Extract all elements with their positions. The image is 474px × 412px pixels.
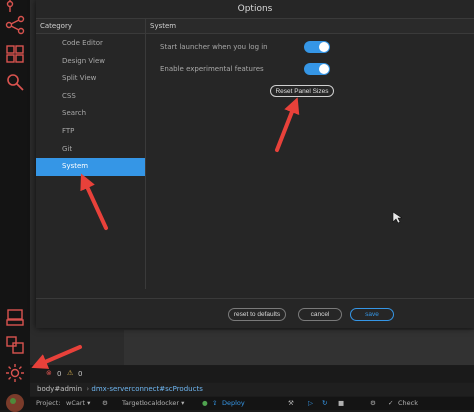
stop-icon[interactable]: ■ <box>338 397 344 410</box>
cancel-button[interactable]: cancel <box>298 308 342 321</box>
category-pane: Category Code Editor Design View Split V… <box>36 19 146 289</box>
extensions-icon[interactable] <box>4 43 26 65</box>
breadcrumb-item-active-id[interactable]: #scProducts <box>159 385 203 393</box>
upload-icon[interactable]: ⇪ <box>212 397 217 410</box>
options-dialog: Options Category Code Editor Design View… <box>36 0 474 328</box>
database-icon[interactable] <box>4 334 26 356</box>
warning-count: 0 <box>78 370 83 378</box>
category-item-design-view[interactable]: Design View <box>36 53 145 71</box>
target-select[interactable]: localdocker ▾ <box>142 397 184 410</box>
reset-to-defaults-button[interactable]: reset to defaults <box>228 308 286 321</box>
bottom-bar: Project: wCart ▾ ⚙ Target: localdocker ▾… <box>30 397 474 410</box>
activity-bar <box>0 0 30 412</box>
project-select[interactable]: wCart ▾ <box>66 397 90 410</box>
gear-icon[interactable] <box>4 362 26 384</box>
experimental-features-label: Enable experimental features <box>160 65 264 73</box>
avatar[interactable] <box>4 390 26 412</box>
check-button[interactable]: Check <box>398 397 418 410</box>
warning-icon: ⚠ <box>67 369 74 377</box>
launch-on-login-label: Start launcher when you log in <box>160 43 268 51</box>
breadcrumb-item[interactable]: body <box>37 385 54 393</box>
reset-panel-sizes-button[interactable]: Reset Panel Sizes <box>270 85 334 97</box>
launch-on-login-toggle[interactable] <box>304 41 330 53</box>
experimental-features-toggle[interactable] <box>304 63 330 75</box>
category-header: Category <box>36 19 145 34</box>
project-label: Project: <box>36 399 61 407</box>
dialog-footer: reset to defaults cancel save <box>36 298 474 329</box>
play-icon[interactable]: ▷ <box>308 397 313 410</box>
target-label: Target: <box>122 399 145 407</box>
save-button[interactable]: save <box>350 308 394 321</box>
tool-icon[interactable]: ⚒ <box>288 397 294 410</box>
search-icon[interactable] <box>4 71 26 93</box>
check-icon[interactable]: ✓ <box>388 397 393 410</box>
settings-pane: System Start launcher when you log in En… <box>146 19 474 289</box>
build-icon[interactable]: ⚙ <box>370 397 376 410</box>
category-item-css[interactable]: CSS <box>36 88 145 106</box>
gear-icon[interactable]: ⚙ <box>102 397 108 410</box>
breadcrumb-item-active[interactable]: dmx-serverconnect <box>91 385 159 393</box>
toggle-knob <box>319 64 329 74</box>
deploy-button[interactable]: Deploy <box>222 397 245 410</box>
mouse-cursor-icon <box>392 211 402 224</box>
share-nodes-icon[interactable] <box>4 14 26 36</box>
category-item-system[interactable]: System <box>36 158 145 176</box>
editor-strip <box>124 330 474 365</box>
category-item-search[interactable]: Search <box>36 105 145 123</box>
category-item-split-view[interactable]: Split View <box>36 70 145 88</box>
dialog-title: Options <box>36 0 474 18</box>
error-icon: ⊗ <box>46 369 52 377</box>
dialog-body: Category Code Editor Design View Split V… <box>36 18 474 289</box>
category-item-ftp[interactable]: FTP <box>36 123 145 141</box>
breadcrumb-item-id[interactable]: #admin <box>54 385 82 393</box>
breadcrumb-separator-icon: › <box>86 385 90 393</box>
category-item-git[interactable]: Git <box>36 141 145 159</box>
category-list: Code Editor Design View Split View CSS S… <box>36 34 145 176</box>
settings-header: System <box>146 19 474 34</box>
server-icon[interactable] <box>4 306 26 328</box>
status-dot-icon: ● <box>202 399 208 407</box>
git-branch-icon[interactable] <box>4 0 26 14</box>
error-count: 0 <box>57 370 62 378</box>
toggle-knob <box>319 42 329 52</box>
category-item-code-editor[interactable]: Code Editor <box>36 35 145 53</box>
refresh-icon[interactable]: ↻ <box>322 397 327 410</box>
breadcrumb: body#admin › dmx-serverconnect#scProduct… <box>30 383 474 396</box>
status-bar: ⊗ 0 ⚠ 0 <box>30 366 474 382</box>
